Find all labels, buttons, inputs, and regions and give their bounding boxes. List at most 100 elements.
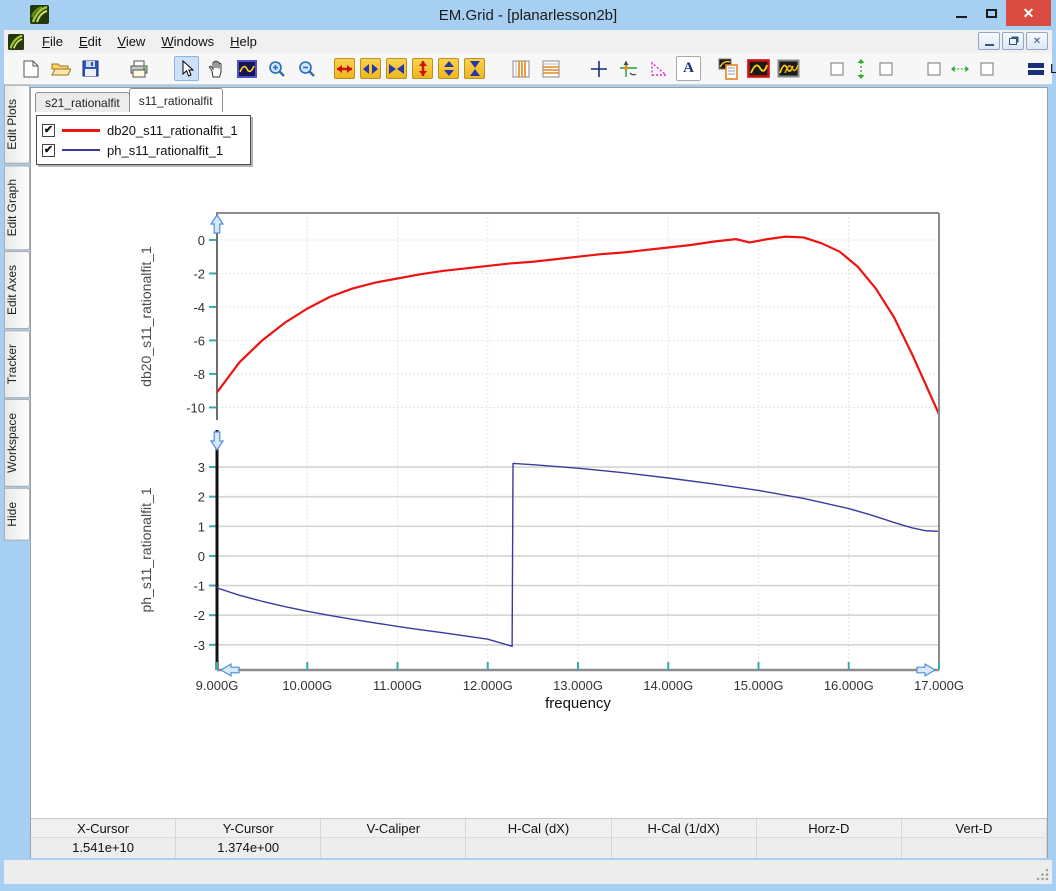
svg-text:9.000G: 9.000G [196,678,239,693]
sidebar-item-tracker[interactable]: Tracker [4,330,30,398]
full-y-axis-button[interactable] [412,58,433,79]
expand-x-axis-button[interactable] [360,58,381,79]
print-button[interactable] [126,56,151,81]
multi-plot-window-button[interactable] [776,56,801,81]
tab-s21-rationalfit[interactable]: s21_rationalfit [35,92,130,112]
h-sync-left-checkbox[interactable] [921,56,946,81]
tracker-cursor-button[interactable] [616,56,641,81]
h-fit-indicator[interactable] [951,56,969,81]
save-button[interactable] [78,56,103,81]
select-tool-button[interactable] [174,56,199,81]
crosshair-icon [590,60,608,78]
v-fit-indicator[interactable] [854,56,868,81]
plot-canvas[interactable]: ✔ db20_s11_rationalfit_1 ✔ ph_s11_ration… [31,112,1047,818]
open-folder-icon [51,61,71,77]
sidebar-item-edit-axes[interactable]: Edit Axes [4,251,30,329]
full-y-arrow-icon [417,60,429,77]
status-col-hcal-dx: H-Cal (dX) [466,819,611,837]
horizontal-markers-button[interactable] [538,56,563,81]
svg-text:17.000G: 17.000G [914,678,964,693]
h-sync-right-checkbox[interactable] [974,56,999,81]
plot-area[interactable]: 0-2-4-6-8-10db20_s11_rationalfit_13210-1… [31,112,1043,818]
mdi-restore-button[interactable] [1002,32,1024,50]
v-fit-dashed-icon [856,59,866,79]
v-sync-right-checkbox[interactable] [873,56,898,81]
checkbox-icon [927,62,941,76]
graph-tab-bar: s21_rationalfit s11_rationalfit [31,88,1047,112]
svg-text:16.000G: 16.000G [824,678,874,693]
layout-dropdown-button[interactable]: Layout ▾ [1022,59,1056,79]
full-x-axis-button[interactable] [334,58,355,79]
menu-view[interactable]: View [109,32,153,51]
sidebar-item-hide[interactable]: Hide [4,488,30,541]
save-floppy-icon [82,60,99,77]
close-button[interactable]: ✕ [1006,0,1051,26]
svg-text:-3: -3 [193,638,205,653]
sidebar-item-edit-plots[interactable]: Edit Plots [4,85,30,164]
new-document-button[interactable] [18,56,43,81]
legend-item-db20[interactable]: ✔ db20_s11_rationalfit_1 [42,120,238,140]
full-x-arrow-icon [336,63,353,75]
status-value-y-cursor: 1.374e+00 [176,838,321,858]
mdi-minimize-button[interactable] [978,32,1000,50]
horizontal-markers-icon [542,60,560,78]
checkbox-icon [879,62,893,76]
open-file-button[interactable] [48,56,73,81]
text-annotation-button[interactable]: A [676,56,701,81]
legend-label: db20_s11_rationalfit_1 [107,123,238,138]
zoom-out-button[interactable] [294,56,319,81]
legend-item-ph[interactable]: ✔ ph_s11_rationalfit_1 [42,140,238,160]
status-value-x-cursor: 1.541e+10 [31,838,176,858]
single-plot-window-button[interactable] [746,56,771,81]
menu-edit[interactable]: Edit [71,32,109,51]
tab-s11-rationalfit[interactable]: s11_rationalfit [129,88,223,112]
menu-file[interactable]: File [34,32,71,51]
layout-label: Layout [1050,61,1056,76]
app-logo-icon [30,5,49,24]
zoom-region-button[interactable] [234,56,259,81]
legend-checkbox[interactable]: ✔ [42,124,55,137]
layout-icon [1028,61,1044,77]
status-col-x-cursor: X-Cursor [31,819,176,837]
zoom-in-button[interactable] [264,56,289,81]
legend-box: ✔ db20_s11_rationalfit_1 ✔ ph_s11_ration… [36,115,251,165]
zoom-out-icon [298,60,316,78]
delta-measure-button[interactable] [646,56,671,81]
h-fit-dashed-icon [951,64,969,74]
maximize-button[interactable] [976,0,1006,26]
status-value-v-caliper [321,838,466,858]
plot-report-button[interactable] [716,56,741,81]
app-frame: File Edit View Windows Help ✕ [4,30,1052,884]
zoom-region-icon [237,60,257,78]
mdi-close-button[interactable]: ✕ [1026,32,1048,50]
shrink-y-icon [469,60,481,77]
svg-text:11.000G: 11.000G [373,678,422,693]
svg-text:-10: -10 [186,400,205,415]
cursor-arrow-icon [179,60,195,78]
resize-grip-icon[interactable] [1036,868,1049,881]
pan-tool-button[interactable] [204,56,229,81]
svg-text:12.000G: 12.000G [463,678,513,693]
svg-text:db20_s11_rationalfit_1: db20_s11_rationalfit_1 [138,246,154,387]
shrink-x-axis-button[interactable] [386,58,407,79]
v-sync-left-checkbox[interactable] [824,56,849,81]
status-col-hcal-1dx: H-Cal (1/dX) [612,819,757,837]
svg-text:0: 0 [198,549,205,564]
legend-line-swatch-blue [62,149,100,151]
minimize-button[interactable] [946,0,976,26]
vertical-markers-icon [512,60,530,78]
sidebar-item-edit-graph[interactable]: Edit Graph [4,165,30,250]
menu-help[interactable]: Help [222,32,265,51]
vertical-markers-button[interactable] [508,56,533,81]
crosshair-cursor-button[interactable] [586,56,611,81]
graph-document-window: s21_rationalfit s11_rationalfit ✔ db20_s… [30,87,1048,858]
svg-text:-2: -2 [193,608,205,623]
legend-checkbox[interactable]: ✔ [42,144,55,157]
status-col-vert-d: Vert-D [902,819,1047,837]
menu-windows[interactable]: Windows [153,32,222,51]
expand-y-axis-button[interactable] [438,58,459,79]
shrink-y-axis-button[interactable] [464,58,485,79]
sidebar-item-workspace[interactable]: Workspace [4,399,30,487]
svg-text:15.000G: 15.000G [734,678,784,693]
svg-text:-6: -6 [193,333,205,348]
